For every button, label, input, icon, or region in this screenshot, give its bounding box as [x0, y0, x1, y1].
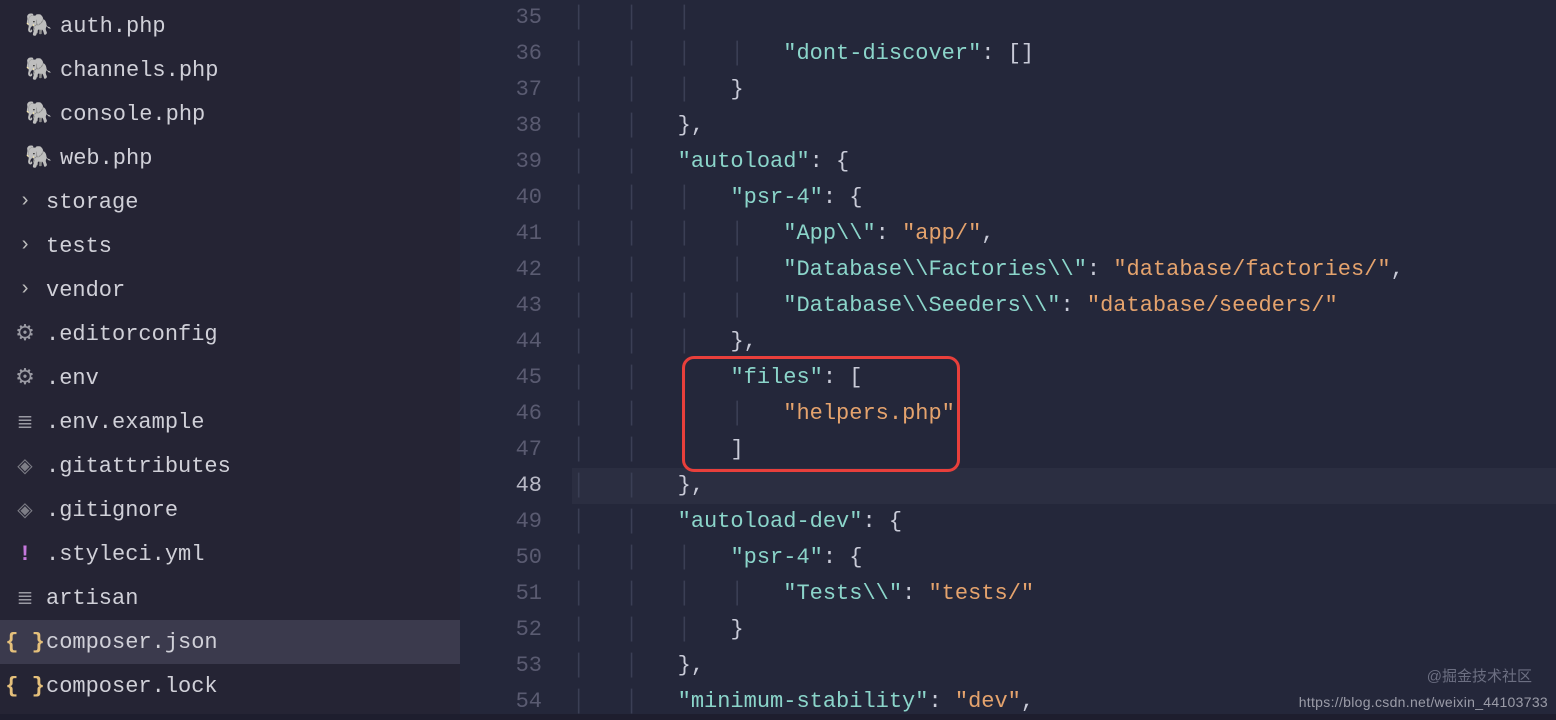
line-number: 38 — [460, 108, 542, 144]
code-line[interactable]: │ │ │ │ "helpers.php" — [572, 396, 1556, 432]
watermark-url: https://blog.csdn.net/weixin_44103733 — [1299, 694, 1548, 710]
code-line[interactable]: │ │ │ │ "Database\\Factories\\": "databa… — [572, 252, 1556, 288]
line-number: 49 — [460, 504, 542, 540]
code-line[interactable]: │ │ │ │ "dont-discover": [] — [572, 36, 1556, 72]
line-number: 54 — [460, 684, 542, 720]
line-number: 44 — [460, 324, 542, 360]
chevron-right-icon: › — [14, 190, 36, 212]
file-explorer-sidebar: 🐘 auth.php 🐘 channels.php 🐘 console.php 🐘 web.p… — [0, 0, 460, 714]
code-line[interactable]: │ │ │ │ "App\\": "app/", — [572, 216, 1556, 252]
file-tree-label: .gitattributes — [46, 454, 231, 479]
line-number-gutter: 3536373839404142434445464748495051525354 — [460, 0, 572, 714]
file-tree-label: channels.php — [60, 58, 218, 83]
line-number: 47 — [460, 432, 542, 468]
json-icon: { } — [14, 675, 36, 697]
line-number: 50 — [460, 540, 542, 576]
watermark-cn: @掘金技术社区 — [1427, 665, 1532, 686]
file-tree-label: .env — [46, 366, 99, 391]
git-icon: ◈ — [14, 499, 36, 521]
file-tree-label: auth.php — [60, 14, 166, 39]
file-tree-item[interactable]: ≣ artisan — [0, 576, 460, 620]
line-number: 48 — [460, 468, 542, 504]
gear-icon: ⚙ — [14, 323, 36, 345]
file-tree-item[interactable]: 🐘 auth.php — [0, 4, 460, 48]
code-line[interactable]: │ │ │ } — [572, 612, 1556, 648]
line-number: 52 — [460, 612, 542, 648]
yaml-icon: ! — [14, 543, 36, 565]
code-line[interactable]: │ │ }, — [572, 648, 1556, 684]
line-number: 41 — [460, 216, 542, 252]
line-number: 45 — [460, 360, 542, 396]
file-tree-item[interactable]: { } composer.lock — [0, 664, 460, 708]
file-tree-item[interactable]: ⚙ .editorconfig — [0, 312, 460, 356]
file-icon: ≣ — [14, 587, 36, 609]
file-tree-item[interactable]: { } composer.json — [0, 620, 460, 664]
code-line[interactable]: │ │ │ ] — [572, 432, 1556, 468]
code-content[interactable]: │ │ │ │ │ │ │ "dont-discover": []│ │ │ }… — [572, 0, 1556, 714]
code-line[interactable]: │ │ │ — [572, 0, 1556, 36]
file-tree-item[interactable]: ! .styleci.yml — [0, 532, 460, 576]
code-line[interactable]: │ │ │ │ "Tests\\": "tests/" — [572, 576, 1556, 612]
code-line[interactable]: │ │ }, — [572, 108, 1556, 144]
file-icon: ≣ — [14, 411, 36, 433]
line-number: 35 — [460, 0, 542, 36]
file-tree-item[interactable]: ⚙ .env — [0, 356, 460, 400]
file-tree-item[interactable]: › storage — [0, 180, 460, 224]
file-tree-label: artisan — [46, 586, 138, 611]
line-number: 43 — [460, 288, 542, 324]
file-tree-label: vendor — [46, 278, 125, 303]
file-tree-label: composer.lock — [46, 674, 218, 699]
line-number: 53 — [460, 648, 542, 684]
file-tree-label: .gitignore — [46, 498, 178, 523]
line-number: 42 — [460, 252, 542, 288]
code-line[interactable]: │ │ }, — [572, 468, 1556, 504]
file-tree-item[interactable]: 🐘 channels.php — [0, 48, 460, 92]
php-icon: 🐘 — [28, 147, 50, 169]
file-tree-label: web.php — [60, 146, 152, 171]
file-tree-item[interactable]: 🐘 console.php — [0, 92, 460, 136]
json-icon: { } — [14, 631, 36, 653]
code-line[interactable]: │ │ "autoload-dev": { — [572, 504, 1556, 540]
file-tree-label: .editorconfig — [46, 322, 218, 347]
file-tree-label: console.php — [60, 102, 205, 127]
chevron-right-icon: › — [14, 278, 36, 300]
php-icon: 🐘 — [28, 103, 50, 125]
line-number: 51 — [460, 576, 542, 612]
file-tree-item[interactable]: ◈ .gitignore — [0, 488, 460, 532]
gear-icon: ⚙ — [14, 367, 36, 389]
file-tree-label: composer.json — [46, 630, 218, 655]
file-tree-item[interactable]: › tests — [0, 224, 460, 268]
file-tree-label: tests — [46, 234, 112, 259]
line-number: 46 — [460, 396, 542, 432]
code-line[interactable]: │ │ │ } — [572, 72, 1556, 108]
git-icon: ◈ — [14, 455, 36, 477]
code-line[interactable]: │ │ "autoload": { — [572, 144, 1556, 180]
file-tree-item[interactable]: › vendor — [0, 268, 460, 312]
code-line[interactable]: │ │ │ "psr-4": { — [572, 180, 1556, 216]
code-line[interactable]: │ │ │ "files": [ — [572, 360, 1556, 396]
file-tree-item[interactable]: 🐘 web.php — [0, 136, 460, 180]
code-line[interactable]: │ │ │ │ "Database\\Seeders\\": "database… — [572, 288, 1556, 324]
line-number: 40 — [460, 180, 542, 216]
code-line[interactable]: │ │ │ }, — [572, 324, 1556, 360]
line-number: 37 — [460, 72, 542, 108]
line-number: 39 — [460, 144, 542, 180]
php-icon: 🐘 — [28, 15, 50, 37]
code-editor[interactable]: 3536373839404142434445464748495051525354… — [460, 0, 1556, 714]
file-tree-item[interactable]: ◈ .gitattributes — [0, 444, 460, 488]
file-tree-label: .env.example — [46, 410, 204, 435]
file-tree-item[interactable]: ≣ .env.example — [0, 400, 460, 444]
code-line[interactable]: │ │ │ "psr-4": { — [572, 540, 1556, 576]
file-tree-label: storage — [46, 190, 138, 215]
file-tree-label: .styleci.yml — [46, 542, 204, 567]
chevron-right-icon: › — [14, 234, 36, 256]
php-icon: 🐘 — [28, 59, 50, 81]
line-number: 36 — [460, 36, 542, 72]
